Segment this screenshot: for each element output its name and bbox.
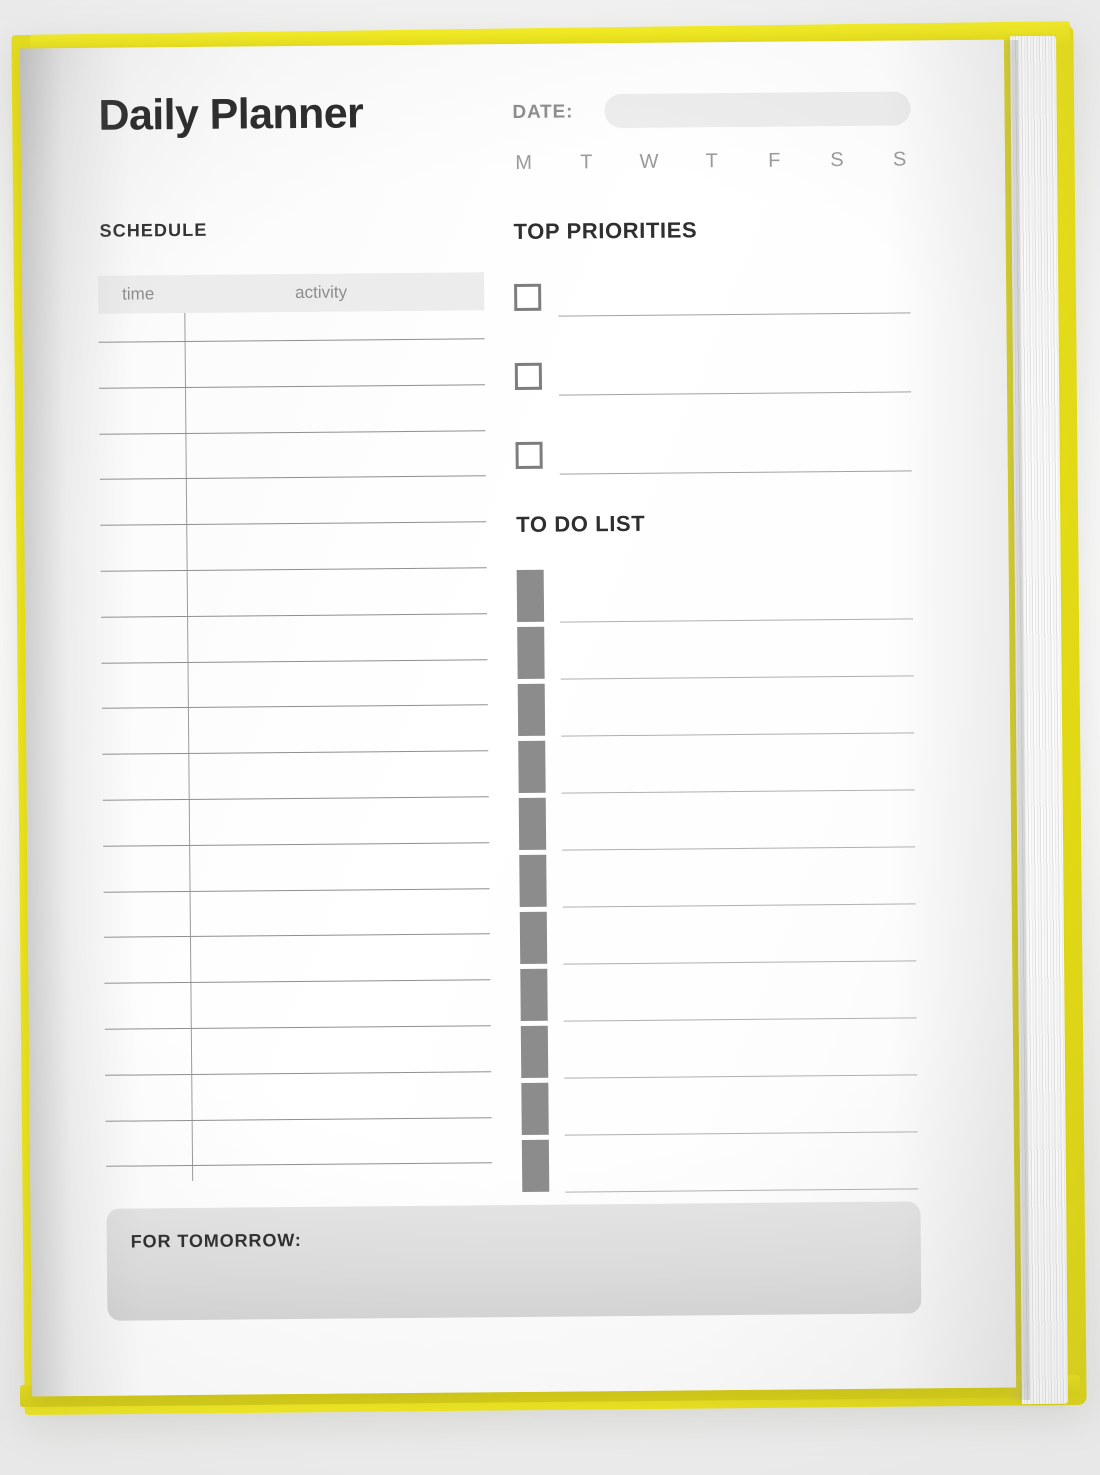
- schedule-row-rule[interactable]: [102, 750, 489, 755]
- todo-checkbox-icon[interactable]: [519, 854, 547, 907]
- schedule-row-rule[interactable]: [101, 659, 488, 664]
- todo-checkbox-icon[interactable]: [517, 683, 546, 736]
- schedule-row-rule[interactable]: [99, 475, 486, 480]
- todo-item[interactable]: [521, 1131, 921, 1197]
- schedule-row-rule[interactable]: [101, 704, 488, 709]
- priority-write-line[interactable]: [559, 470, 912, 475]
- schedule-row-rule[interactable]: [106, 1162, 493, 1167]
- todo-write-line[interactable]: [565, 1188, 919, 1193]
- schedule-row-rule[interactable]: [99, 430, 486, 435]
- todo-item[interactable]: [518, 789, 918, 855]
- priority-checkbox-icon[interactable]: [515, 441, 543, 470]
- todo-checkbox-icon[interactable]: [518, 740, 546, 793]
- schedule-row-rule[interactable]: [104, 979, 491, 984]
- schedule-table-header: time activity: [97, 272, 485, 314]
- schedule-row-rule[interactable]: [103, 888, 490, 893]
- priority-item[interactable]: [514, 272, 913, 355]
- todo-checkbox-icon[interactable]: [520, 968, 548, 1021]
- planner-printed-content: Daily Planner DATE: M T W T F S S SCHEDU…: [20, 40, 1016, 1397]
- weekday-tuesday[interactable]: T: [572, 151, 602, 174]
- todo-heading: TO DO LIST: [516, 510, 646, 538]
- for-tomorrow-label: FOR TOMORROW:: [130, 1229, 302, 1252]
- priority-checkbox-icon[interactable]: [514, 362, 543, 391]
- priority-item[interactable]: [515, 430, 914, 513]
- todo-item[interactable]: [518, 732, 917, 798]
- weekday-selector: M T W T F S S: [509, 148, 915, 175]
- schedule-row-rule[interactable]: [103, 933, 490, 938]
- schedule-row-rule[interactable]: [105, 1071, 492, 1076]
- weekday-sunday[interactable]: S: [885, 148, 915, 171]
- priorities-heading: TOP PRIORITIES: [513, 217, 698, 245]
- todo-checkbox-icon[interactable]: [519, 911, 548, 964]
- schedule-row-rule[interactable]: [100, 521, 487, 526]
- todo-item[interactable]: [517, 675, 917, 741]
- priority-checkbox-icon[interactable]: [514, 283, 542, 312]
- schedule-row-rule[interactable]: [98, 338, 485, 343]
- todo-item[interactable]: [516, 566, 916, 627]
- schedule-row-rule[interactable]: [102, 796, 489, 801]
- todo-checkbox-icon[interactable]: [517, 626, 545, 680]
- weekday-monday[interactable]: M: [509, 152, 539, 175]
- priorities-list: [514, 272, 914, 513]
- todo-item[interactable]: [517, 618, 916, 684]
- schedule-column-activity: activity: [295, 282, 348, 303]
- todo-item[interactable]: [519, 846, 918, 912]
- schedule-row-rule[interactable]: [104, 1025, 491, 1030]
- schedule-row-rule[interactable]: [101, 613, 488, 618]
- todo-list: [516, 566, 921, 1197]
- for-tomorrow-box[interactable]: FOR TOMORROW:: [106, 1201, 922, 1321]
- schedule-rows[interactable]: [98, 310, 493, 1185]
- todo-item[interactable]: [521, 1074, 920, 1140]
- todo-item[interactable]: [520, 1017, 920, 1083]
- todo-checkbox-icon[interactable]: [518, 797, 547, 850]
- schedule-row-rule[interactable]: [103, 842, 490, 847]
- weekday-wednesday[interactable]: W: [634, 151, 664, 174]
- priority-write-line[interactable]: [559, 391, 912, 396]
- todo-item[interactable]: [519, 903, 919, 969]
- schedule-column-time: time: [122, 284, 155, 304]
- schedule-row-rule[interactable]: [105, 1117, 492, 1122]
- date-label: DATE:: [512, 101, 574, 124]
- todo-checkbox-icon[interactable]: [520, 1025, 549, 1078]
- date-input[interactable]: [604, 91, 911, 129]
- weekday-friday[interactable]: F: [759, 150, 789, 173]
- schedule-row-rule[interactable]: [100, 567, 487, 572]
- todo-checkbox-icon[interactable]: [521, 1139, 550, 1192]
- schedule-heading: SCHEDULE: [99, 219, 208, 241]
- planner-photo-stage: Daily Planner DATE: M T W T F S S SCHEDU…: [0, 0, 1100, 1475]
- todo-item[interactable]: [520, 960, 919, 1026]
- todo-checkbox-icon[interactable]: [516, 569, 545, 623]
- priority-write-line[interactable]: [558, 312, 911, 317]
- weekday-saturday[interactable]: S: [822, 149, 852, 172]
- todo-checkbox-icon[interactable]: [521, 1082, 549, 1135]
- priority-item[interactable]: [514, 351, 914, 434]
- page-title: Daily Planner: [98, 89, 364, 140]
- schedule-row-rule[interactable]: [98, 384, 485, 389]
- planner-page-sheet: Daily Planner DATE: M T W T F S S SCHEDU…: [19, 39, 1017, 1397]
- weekday-thursday[interactable]: T: [697, 150, 727, 173]
